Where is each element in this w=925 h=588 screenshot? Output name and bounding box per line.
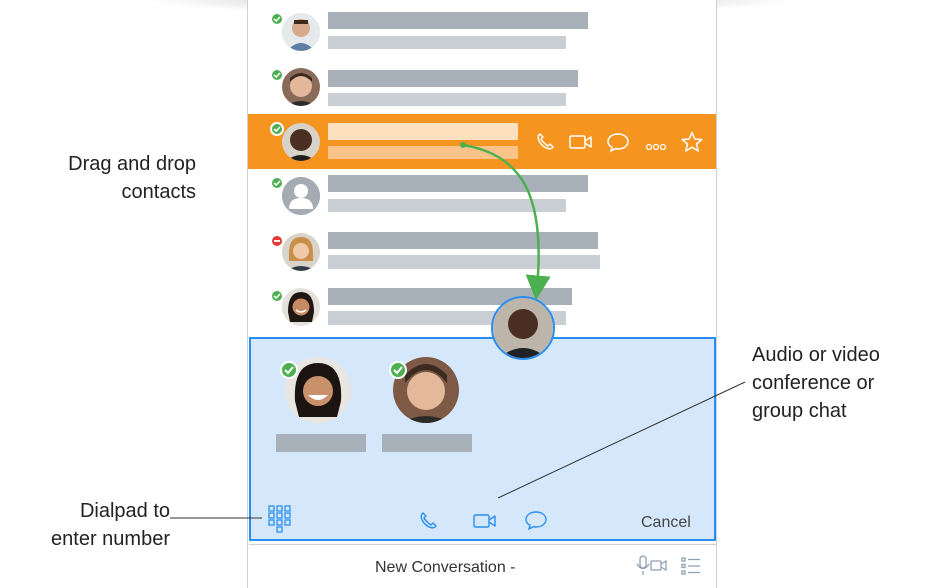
participant-name-placeholder xyxy=(382,434,472,452)
video-icon[interactable] xyxy=(472,511,498,536)
contact-name-placeholder xyxy=(328,123,518,140)
avatar xyxy=(282,233,320,271)
contact-status-placeholder xyxy=(328,146,518,159)
presence-available-icon xyxy=(270,122,284,136)
avatar xyxy=(282,123,320,161)
contact-status-placeholder xyxy=(328,199,566,212)
star-icon[interactable] xyxy=(680,130,704,159)
contact-name-placeholder xyxy=(328,232,598,249)
annotation-dialpad: Dialpad to enter number xyxy=(51,500,170,550)
participant-name-placeholder xyxy=(276,434,366,452)
contact-row-selected[interactable] xyxy=(248,114,716,169)
contact-name-placeholder xyxy=(328,12,588,29)
phone-icon[interactable] xyxy=(417,510,439,537)
contact-name-placeholder xyxy=(328,70,578,87)
presence-available-icon xyxy=(270,68,284,82)
contact-row[interactable] xyxy=(248,283,716,339)
presence-available-icon xyxy=(280,361,298,379)
presence-busy-icon xyxy=(270,234,284,248)
contact-name-placeholder xyxy=(328,175,588,192)
avatar xyxy=(282,13,320,51)
mic-video-icon[interactable] xyxy=(636,554,668,583)
conversation-title: New Conversation - xyxy=(375,559,516,576)
conference-drop-zone[interactable]: Cancel xyxy=(249,337,716,541)
list-icon[interactable] xyxy=(680,555,702,582)
contact-status-placeholder xyxy=(328,36,566,49)
more-icon[interactable] xyxy=(645,138,667,156)
dialpad-icon[interactable] xyxy=(267,504,293,541)
chat-bubble-icon[interactable] xyxy=(605,131,631,158)
avatar xyxy=(282,177,320,215)
annotation-drag-drop: Drag and drop contacts xyxy=(68,153,196,203)
cancel-button[interactable]: Cancel xyxy=(641,514,691,532)
contact-row[interactable] xyxy=(248,58,716,114)
contact-row[interactable] xyxy=(248,6,716,62)
avatar xyxy=(282,68,320,106)
chat-bubble-icon[interactable] xyxy=(523,509,549,536)
presence-available-icon xyxy=(270,176,284,190)
contact-status-placeholder xyxy=(328,93,566,106)
contact-status-placeholder xyxy=(328,255,600,269)
video-icon[interactable] xyxy=(568,132,594,157)
contact-row[interactable] xyxy=(248,172,716,228)
presence-available-icon xyxy=(270,289,284,303)
conversation-bar: New Conversation - xyxy=(249,544,716,588)
annotation-conference: Audio or video conference or group chat xyxy=(752,344,880,422)
contact-row[interactable] xyxy=(248,228,716,284)
presence-available-icon xyxy=(389,361,407,379)
avatar xyxy=(282,288,320,326)
presence-available-icon xyxy=(270,12,284,26)
phone-icon[interactable] xyxy=(534,131,556,158)
dragged-contact-avatar[interactable] xyxy=(491,296,555,360)
